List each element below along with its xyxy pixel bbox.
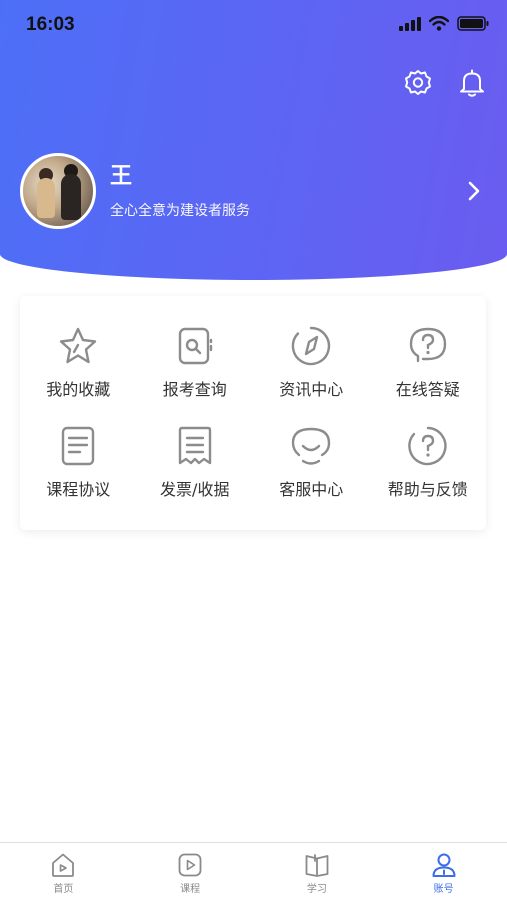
menu-item-invoice[interactable]: 发票/收据 <box>137 412 254 512</box>
menu-card: 我的收藏 报考查询 资讯中心 在线答疑 课程协议 发票/收据 客服中心 帮助与反… <box>20 296 486 530</box>
status-icons <box>399 16 489 31</box>
tab-study[interactable]: 学习 <box>254 843 381 900</box>
battery-icon <box>457 16 489 31</box>
status-time: 16:03 <box>26 14 75 35</box>
document-icon <box>62 426 95 466</box>
menu-item-help-feedback[interactable]: 帮助与反馈 <box>370 412 487 512</box>
menu-item-label: 帮助与反馈 <box>387 480 468 499</box>
notification-button[interactable] <box>455 66 489 100</box>
wifi-icon <box>429 16 449 31</box>
menu-item-news-center[interactable]: 资讯中心 <box>253 312 370 412</box>
menu-item-exam-query[interactable]: 报考查询 <box>137 312 254 412</box>
book-icon <box>305 854 329 877</box>
menu-item-label: 在线答疑 <box>395 380 460 399</box>
bottom-tab-bar: 首页 课程 学习 账号 <box>0 842 507 900</box>
avatar[interactable] <box>20 153 96 229</box>
menu-item-label: 资讯中心 <box>279 380 344 399</box>
signal-icon <box>399 16 421 31</box>
tab-account[interactable]: 账号 <box>380 843 507 900</box>
menu-item-label: 我的收藏 <box>46 380 111 399</box>
home-icon <box>52 853 75 877</box>
user-icon <box>432 853 456 877</box>
bell-icon <box>460 69 484 97</box>
menu-item-customer-service[interactable]: 客服中心 <box>253 412 370 512</box>
menu-item-label: 报考查询 <box>162 380 227 399</box>
star-icon <box>60 327 97 364</box>
settings-button[interactable] <box>401 66 435 100</box>
menu-item-favorites[interactable]: 我的收藏 <box>20 312 137 412</box>
help-icon <box>407 426 447 466</box>
menu-item-course-agreement[interactable]: 课程协议 <box>20 412 137 512</box>
profile-row[interactable]: 王 全心全意为建设者服务 <box>20 152 490 230</box>
compass-icon <box>292 326 331 366</box>
menu-item-online-qa[interactable]: 在线答疑 <box>370 312 487 412</box>
chevron-right-icon[interactable] <box>462 176 486 206</box>
tab-label: 账号 <box>433 884 454 895</box>
tab-label: 课程 <box>180 884 201 895</box>
receipt-icon <box>178 426 211 465</box>
menu-item-label: 课程协议 <box>46 480 111 499</box>
tab-home[interactable]: 首页 <box>0 843 127 900</box>
customer-service-icon <box>292 427 331 465</box>
tab-label: 学习 <box>306 884 327 895</box>
menu-item-label: 客服中心 <box>279 480 344 499</box>
user-name: 王 <box>110 164 133 189</box>
status-bar: 16:03 <box>0 0 507 52</box>
tab-label: 首页 <box>53 884 74 895</box>
question-chat-icon <box>409 327 446 363</box>
menu-item-label: 发票/收据 <box>160 480 230 499</box>
header-actions <box>401 66 489 100</box>
user-slogan: 全心全意为建设者服务 <box>110 203 250 219</box>
play-icon <box>178 853 202 877</box>
search-doc-icon <box>178 327 212 365</box>
gear-icon <box>405 70 431 95</box>
profile-info: 王 全心全意为建设者服务 <box>110 162 250 220</box>
profile-header: 16:03 王 全心全意为建设者服务 <box>0 0 507 280</box>
tab-courses[interactable]: 课程 <box>127 843 254 900</box>
